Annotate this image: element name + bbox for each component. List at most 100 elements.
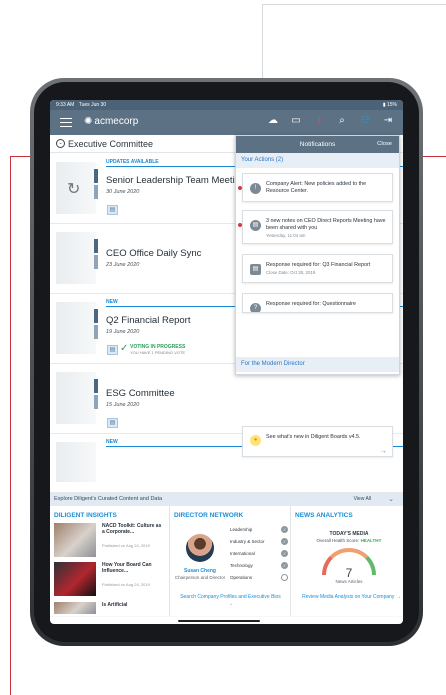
voting-status: VOTING IN PROGRESS YOU HAVE 1 PENDING VOT… [130,344,186,355]
questionnaire-icon: ? [250,303,261,312]
director-network-heading: DIRECTOR NETWORK [174,512,244,519]
skill-item: Leadership ✓ [230,526,288,533]
meeting-title[interactable]: Senior Leadership Team Meeting [106,175,245,186]
insights-heading: DILIGENT INSIGHTS [54,512,117,519]
check-icon: ✓ [281,562,288,569]
meeting-title[interactable]: Q2 Financial Report [106,315,190,326]
notifications-panel: Notifications Close Your Actions (2) ! Com… [235,135,400,457]
search-icon[interactable]: ⌕ [335,115,349,126]
document-icon[interactable]: ▤ [107,345,118,355]
modern-director-heading: For the Modern Director [236,357,399,372]
article-card[interactable]: Is Artificial [54,602,164,616]
article-published: Published on Aug 24, 2019 [102,582,150,587]
meeting-date: 19 June 2020 [106,329,140,335]
review-media-analysis-link[interactable]: Review Media Analysis on Your Company → [299,594,403,601]
brand-logo: ✺ acmecorp [84,116,138,127]
book-tab-accent [94,185,98,199]
meeting-title[interactable]: CEO Office Daily Sync [106,248,201,259]
notes-icon: ▤ [250,220,261,231]
notification-card[interactable]: ! Company Alert: New policies added to th… [238,173,393,202]
diligent-insights-panel: DILIGENT INSIGHTS NACD Toolkit: Culture … [50,506,170,616]
committee-title: Executive Committee [68,139,154,149]
chevron-down-icon[interactable]: ⌄ [388,493,394,506]
unchecked-circle-icon [281,574,288,581]
app-screen: 9:33 AM Tues Jun 30 ▮ 15% ✺ acmecorp ☁ ▭ … [50,100,403,624]
check-icon: ✓ [281,550,288,557]
article-card[interactable]: NACD Toolkit: Culture as a Corporate... … [54,523,164,559]
article-image [54,602,96,614]
new-badge: NEW [106,439,118,445]
close-button[interactable]: Close [377,136,392,153]
document-icon: ▤ [250,264,261,275]
article-title[interactable]: Is Artificial [102,602,127,608]
media-health-widget: TODAY'S MEDIA Overall Health Score: HEAL… [295,531,403,587]
chat-icon[interactable]: ☁ [266,115,280,126]
status-date: Tues Jun 30 [78,102,107,108]
article-card[interactable]: How Your Board Can Influence... Publishe… [54,562,164,598]
notification-text: Response required for: Q3 Financial Repo… [266,262,371,275]
avatar [186,534,214,562]
skill-item: Operations [230,574,288,581]
book-tab-accent [94,255,98,269]
meeting-book-thumbnail [56,372,96,424]
meeting-book-thumbnail [56,232,96,284]
alert-icon: ! [250,183,261,194]
refresh-icon: ↻ [67,181,81,198]
notification-card[interactable]: ? Response required for: Questionnaire [242,293,393,313]
skill-item: Technology ✓ [230,562,288,569]
your-actions-heading: Your Actions (2) [236,153,399,168]
meeting-title[interactable]: ESG Committee [106,388,175,399]
book-tab-accent [94,395,98,409]
arrow-right-icon[interactable]: → [380,448,387,455]
arrow-right-icon: → [228,601,233,607]
skill-item: Industry & Sector ✓ [230,538,288,545]
logout-icon[interactable]: ⇥ [381,115,395,126]
todays-media-label: TODAY'S MEDIA [329,531,369,537]
new-badge: NEW [106,299,118,305]
users-icon[interactable]: ⚇ [358,115,372,126]
battery-status: ▮ 15% [382,102,397,108]
article-title[interactable]: How Your Board Can Influence... [102,562,164,574]
check-icon: ✓ [281,538,288,545]
article-title[interactable]: NACD Toolkit: Culture as a Corporate... [102,523,164,535]
notification-text: Company Alert: New policies added to the… [266,181,367,194]
book-icon[interactable]: ▭ [289,115,303,126]
notification-text: 3 new notes on CEO Direct Reports Meetin… [266,218,386,238]
notifications-title: Notifications [299,141,336,148]
article-image [54,523,96,557]
skill-item: International ✓ [230,550,288,557]
notification-card[interactable]: ▤ Response required for: Q3 Financial Rep… [242,254,393,283]
tablet-device: 9:33 AM Tues Jun 30 ▮ 15% ✺ acmecorp ☁ ▭ … [30,78,423,646]
status-time: 9:33 AM [56,102,75,108]
search-company-profiles-link[interactable]: Search Company Profiles and Executive Bi… [178,594,283,608]
book-tab-accent [94,379,98,393]
meeting-book-thumbnail [56,302,96,354]
lightbulb-icon: ● [250,435,261,446]
book-tab-accent [94,309,98,323]
view-all-link[interactable]: View All [354,493,371,506]
meeting-date: 15 June 2020 [106,402,140,408]
unread-dot-icon [238,186,242,190]
health-score: Overall Health Score: HEALTHY [316,538,382,543]
curated-content-panel: Explore Diligent's Curated Content and D… [50,493,403,617]
home-indicator[interactable] [178,620,260,622]
book-tab-accent [94,239,98,253]
arrow-right-icon: → [395,594,401,600]
director-name[interactable]: Susan Cheng [174,568,226,574]
tablet-bezel: 9:33 AM Tues Jun 30 ▮ 15% ✺ acmecorp ☁ ▭ … [34,82,419,642]
check-icon: ✓ [120,343,129,354]
document-icon[interactable]: ▤ [107,205,118,215]
sun-icon: ✺ [84,116,93,127]
news-analytics-heading: NEWS ANALYTICS [295,512,353,519]
notifications-header: Notifications Close [236,136,399,153]
bell-icon[interactable]: ♪ [312,115,326,126]
status-bar: 9:33 AM Tues Jun 30 ▮ 15% [50,100,403,110]
document-icon[interactable]: ▤ [107,418,118,428]
news-count: 7 [345,566,353,580]
notification-card[interactable]: ▤ 3 new notes on CEO Direct Reports Meeti… [238,210,393,244]
whats-new-text: See what's new in Diligent Boards v4.5. [266,434,361,440]
whats-new-card[interactable]: ● See what's new in Diligent Boards v4.5.… [242,426,393,457]
article-published: Published on Aug 24, 2019 [102,543,150,548]
menu-icon[interactable] [60,118,72,127]
explore-header: Explore Diligent's Curated Content and D… [50,493,403,506]
